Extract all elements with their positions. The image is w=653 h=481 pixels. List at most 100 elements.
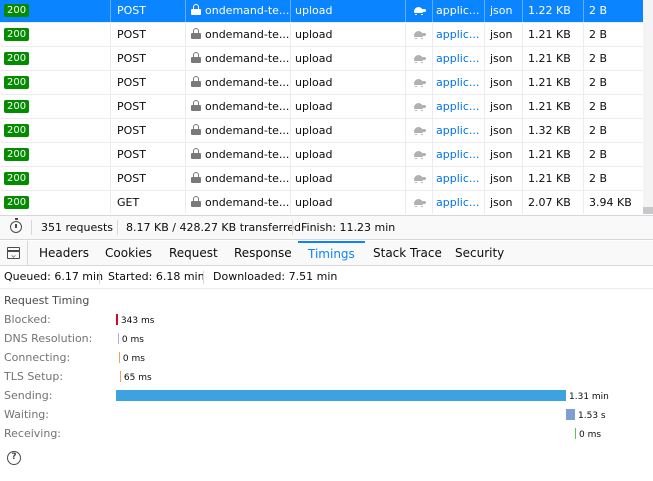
status-cell: 200	[0, 0, 110, 22]
tab-request[interactable]: Request	[159, 241, 228, 265]
type-cell-text: applic...	[436, 196, 480, 209]
method-cell: POST	[110, 23, 185, 46]
lock-icon	[191, 172, 201, 183]
summary-divider	[292, 220, 293, 235]
method-cell: POST	[110, 143, 185, 166]
file-cell-text: upload	[295, 76, 333, 89]
turtle-icon	[412, 150, 427, 160]
file-cell: upload	[290, 47, 405, 70]
timings-divider	[99, 271, 100, 284]
table-scrollbar[interactable]	[643, 0, 653, 214]
cause-cell	[405, 143, 432, 166]
cause-cell	[405, 191, 432, 214]
status-cell: 200	[0, 191, 110, 214]
domain-cell-text: ondemand-te...	[205, 4, 290, 17]
method-cell: POST	[110, 119, 185, 142]
timings-divider	[203, 271, 204, 284]
stopwatch-icon[interactable]	[10, 218, 22, 233]
transferred-cell: 1.22 KB	[522, 0, 583, 22]
transferred-cell: 1.21 KB	[522, 71, 583, 94]
request-row[interactable]: 200 GET ondemand-te... upload applic... json 2…	[0, 191, 643, 214]
format-cell: json	[484, 119, 522, 142]
type-cell: applic...	[432, 191, 484, 214]
domain-cell: ondemand-te...	[185, 143, 290, 166]
format-cell: json	[484, 47, 522, 70]
request-row[interactable]: 200 POST ondemand-te... upload applic... json…	[0, 167, 643, 191]
format-cell-text: json	[490, 76, 513, 89]
tab-cookies[interactable]: Cookies	[95, 241, 162, 265]
timing-value: 343 ms	[120, 316, 155, 326]
timing-label: Connecting:	[4, 351, 71, 364]
request-row[interactable]: 200 POST ondemand-te... upload applic... json…	[0, 143, 643, 167]
help-icon[interactable]: ?	[7, 451, 21, 465]
timing-value: 0 ms	[122, 354, 145, 364]
method-cell-text: POST	[117, 76, 146, 89]
size-cell: 2 B	[583, 167, 643, 190]
panel-toggle-icon[interactable]	[7, 247, 20, 259]
request-row[interactable]: 200 POST ondemand-te... upload applic... json…	[0, 119, 643, 143]
tab-security[interactable]: Security	[445, 241, 514, 265]
domain-cell-text: ondemand-te...	[205, 196, 290, 209]
request-row[interactable]: 200 POST ondemand-te... upload applic... json…	[0, 95, 643, 119]
status-cell: 200	[0, 143, 110, 166]
timing-label: Receiving:	[4, 427, 62, 440]
domain-cell: ondemand-te...	[185, 47, 290, 70]
request-row[interactable]: 200 POST ondemand-te... upload applic... json…	[0, 23, 643, 47]
file-cell: upload	[290, 95, 405, 118]
lock-icon	[191, 148, 201, 159]
type-cell-text: applic...	[436, 124, 480, 137]
timing-value: 0 ms	[579, 430, 602, 440]
transferred-cell-text: 1.21 KB	[528, 52, 571, 65]
size-cell: 2 B	[583, 23, 643, 46]
method-cell: POST	[110, 71, 185, 94]
lock-icon	[191, 52, 201, 63]
cause-cell	[405, 119, 432, 142]
file-cell: upload	[290, 0, 405, 22]
details-tabbar: Headers Cookies Request Response Timings…	[0, 241, 653, 266]
size-cell: 2 B	[583, 95, 643, 118]
size-cell-text: 2 B	[589, 4, 608, 17]
transferred-cell-text: 1.21 KB	[528, 100, 571, 113]
size-cell: 2 B	[583, 0, 643, 22]
lock-icon	[191, 124, 201, 135]
size-cell: 2 B	[583, 71, 643, 94]
size-cell-text: 2 B	[589, 172, 608, 185]
timing-bar	[575, 428, 576, 439]
method-cell-text: POST	[117, 28, 146, 41]
size-cell-text: 2 B	[589, 52, 608, 65]
transferred-cell-text: 1.21 KB	[528, 76, 571, 89]
format-cell: json	[484, 23, 522, 46]
tab-headers[interactable]: Headers	[29, 241, 99, 265]
domain-cell: ondemand-te...	[185, 119, 290, 142]
lock-icon	[191, 196, 201, 207]
type-cell-text: applic...	[436, 76, 480, 89]
request-row[interactable]: 200 POST ondemand-te... upload applic... json…	[0, 71, 643, 95]
file-cell: upload	[290, 71, 405, 94]
request-row[interactable]: 200 POST ondemand-te... upload applic... json…	[0, 0, 643, 23]
tab-response[interactable]: Response	[224, 241, 302, 265]
timing-label: Sending:	[4, 389, 53, 402]
domain-cell-text: ondemand-te...	[205, 148, 290, 161]
file-cell-text: upload	[295, 28, 333, 41]
cause-cell	[405, 95, 432, 118]
timing-value: 0 ms	[121, 335, 144, 345]
timing-bar	[119, 371, 121, 382]
timing-bar	[117, 333, 119, 344]
tab-timings[interactable]: Timings	[298, 241, 365, 265]
domain-cell-text: ondemand-te...	[205, 124, 290, 137]
request-row[interactable]: 200 POST ondemand-te... upload applic... json…	[0, 47, 643, 71]
turtle-icon	[412, 6, 427, 16]
table-scrollbar-thumb[interactable]	[643, 207, 653, 214]
status-badge: 200	[4, 100, 30, 113]
summary-bar: 351 requests 8.17 KB / 428.27 KB transfe…	[0, 215, 653, 240]
tab-stack-trace[interactable]: Stack Trace	[363, 241, 452, 265]
type-cell: applic...	[432, 0, 484, 22]
file-cell: upload	[290, 119, 405, 142]
domain-cell-text: ondemand-te...	[205, 100, 290, 113]
status-badge: 200	[4, 4, 30, 17]
timing-bar	[116, 314, 118, 325]
status-cell: 200	[0, 119, 110, 142]
transferred-cell-text: 1.21 KB	[528, 172, 571, 185]
transferred-cell: 1.21 KB	[522, 47, 583, 70]
domain-cell-text: ondemand-te...	[205, 76, 290, 89]
